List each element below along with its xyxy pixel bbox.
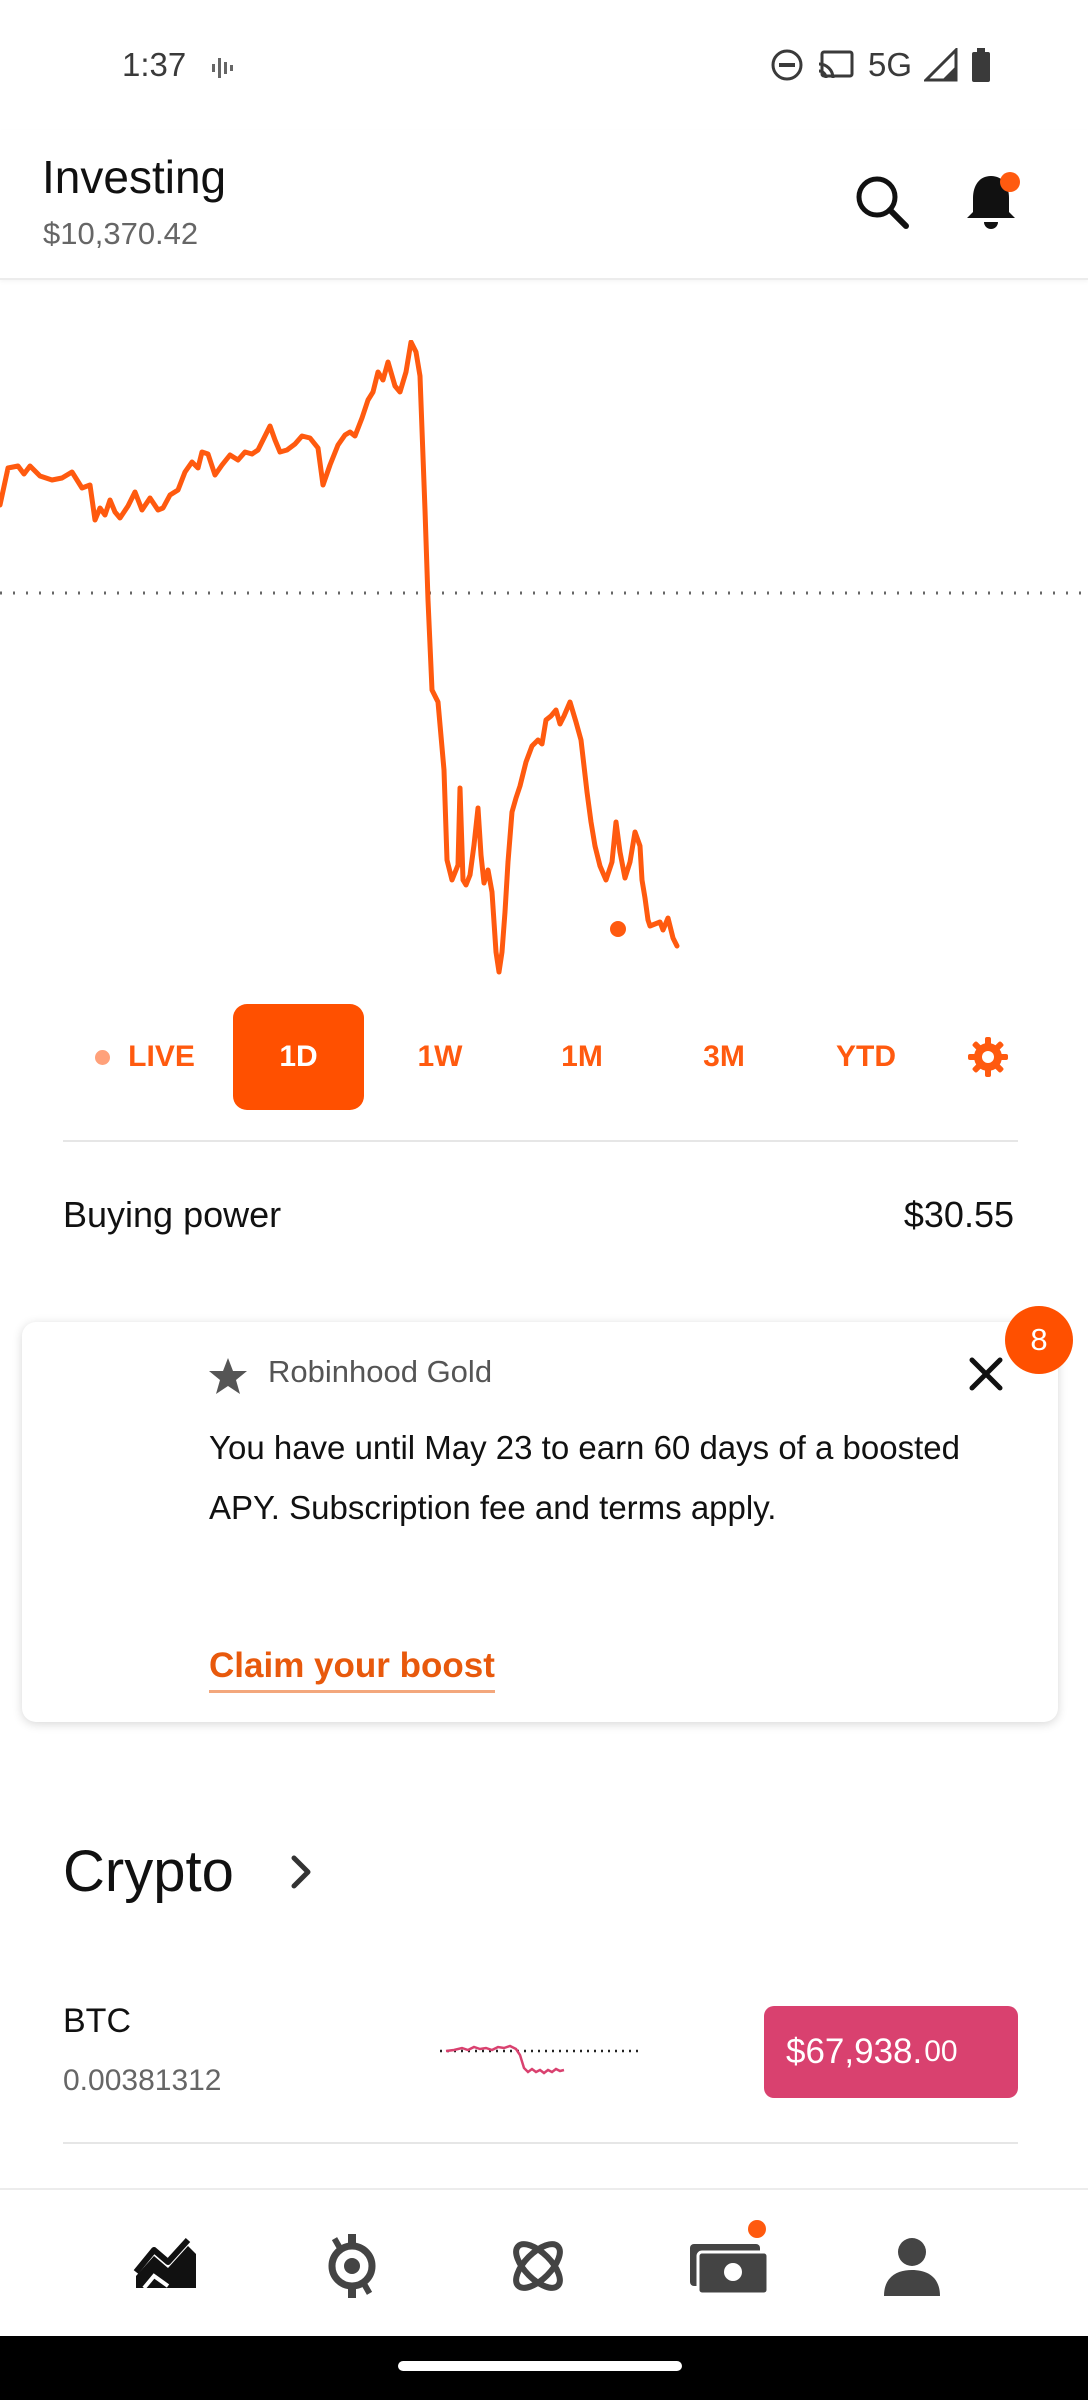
tab-1m-label: 1M <box>561 1040 603 1073</box>
tab-1w[interactable]: 1W <box>380 1004 500 1110</box>
chevron-right-icon[interactable] <box>286 1852 318 1892</box>
close-icon[interactable] <box>964 1352 1008 1396</box>
tab-live-label: LIVE <box>128 1040 195 1073</box>
tab-ytd-label: YTD <box>836 1040 896 1073</box>
chart-end-marker <box>610 921 626 937</box>
crypto-section-title[interactable]: Crypto <box>63 1838 234 1905</box>
tab-live[interactable]: LIVE <box>80 1004 210 1110</box>
do-not-disturb-icon <box>771 49 803 81</box>
cash-notification-dot <box>748 2220 766 2238</box>
tab-1d[interactable]: 1D <box>233 1004 364 1110</box>
crypto-quantity: 0.00381312 <box>63 2064 222 2097</box>
divider <box>63 2142 1018 2144</box>
signal-icon <box>924 48 958 82</box>
tab-ytd[interactable]: YTD <box>806 1004 926 1110</box>
claim-boost-link[interactable]: Claim your boost <box>209 1646 495 1693</box>
network-label: 5G <box>867 46 912 83</box>
status-time: 1:37 <box>122 46 187 83</box>
tab-3m-label: 3M <box>703 1040 745 1073</box>
home-gesture-handle[interactable] <box>398 2361 682 2371</box>
chart-line-visible <box>0 340 680 975</box>
btc-price-rolling-digits: 00 <box>924 2035 958 2068</box>
crypto-symbol[interactable]: BTC <box>63 2002 131 2041</box>
cash-icon[interactable] <box>686 2230 772 2302</box>
btc-sparkline <box>440 2044 640 2075</box>
battery-icon <box>972 48 990 82</box>
buying-power-label[interactable]: Buying power <box>63 1194 281 1236</box>
live-dot <box>95 1049 111 1065</box>
page-title: Investing <box>42 151 227 203</box>
chart-settings-button[interactable] <box>956 1004 1020 1110</box>
search-icon[interactable] <box>850 170 914 234</box>
star-icon <box>209 1358 247 1394</box>
card-brand: Robinhood Gold <box>268 1354 493 1389</box>
status-bar: 1:37 5G <box>0 0 1088 130</box>
status-icons: 5G <box>770 46 992 84</box>
time-range-tabs: LIVE 1D 1W 1M 3M YTD <box>0 1004 1088 1110</box>
sound-wave-icon <box>212 58 233 78</box>
notification-dot <box>1000 172 1020 192</box>
header: Investing $10,370.42 <box>0 130 1088 280</box>
divider <box>63 1140 1018 1142</box>
browse-icon[interactable] <box>316 2230 388 2302</box>
chart-icon[interactable] <box>130 2230 202 2302</box>
portfolio-value: $10,370.42 <box>43 216 199 251</box>
tab-1m[interactable]: 1M <box>522 1004 642 1110</box>
tab-1w-label: 1W <box>417 1040 463 1073</box>
tab-3m[interactable]: 3M <box>664 1004 784 1110</box>
card-count-badge: 8 <box>1005 1306 1073 1374</box>
bottom-nav <box>0 2188 1088 2336</box>
portfolio-chart[interactable] <box>0 340 1088 1000</box>
card-message: You have until May 23 to earn 60 days of… <box>209 1429 960 1526</box>
btc-price-button[interactable]: $67,938. 00 <box>764 2006 1018 2098</box>
buying-power-value[interactable]: $30.55 <box>904 1194 1014 1236</box>
account-icon[interactable] <box>876 2230 948 2302</box>
btc-price: $67,938. <box>786 2032 923 2071</box>
crypto-icon[interactable] <box>502 2230 574 2302</box>
cast-icon <box>818 50 854 79</box>
gear-icon <box>968 1037 1008 1077</box>
tab-1d-label: 1D <box>279 1040 318 1073</box>
